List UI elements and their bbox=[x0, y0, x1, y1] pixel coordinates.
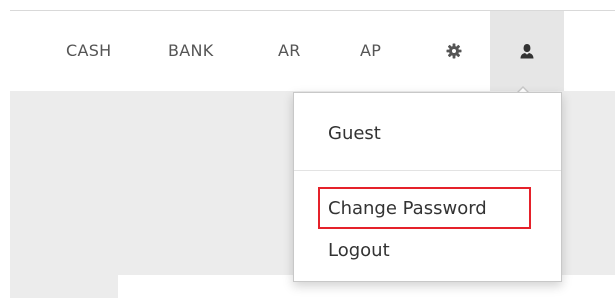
top-navbar: CASH BANK AR AP bbox=[10, 11, 615, 91]
settings-button[interactable] bbox=[442, 11, 466, 91]
nav-item-cash[interactable]: CASH bbox=[66, 11, 112, 91]
user-menu-button[interactable] bbox=[490, 11, 564, 91]
app-window: CASH BANK AR AP Guest Change Password Lo… bbox=[0, 0, 615, 298]
menu-divider bbox=[294, 170, 561, 171]
logout-menu-item[interactable]: Logout bbox=[328, 240, 390, 261]
user-icon bbox=[520, 44, 534, 59]
username-label: Guest bbox=[328, 123, 381, 144]
gear-icon bbox=[446, 43, 462, 59]
nav-item-bank[interactable]: BANK bbox=[168, 11, 214, 91]
nav-item-ar[interactable]: AR bbox=[278, 11, 301, 91]
change-password-highlight bbox=[318, 187, 531, 229]
nav-item-ap[interactable]: AP bbox=[360, 11, 381, 91]
